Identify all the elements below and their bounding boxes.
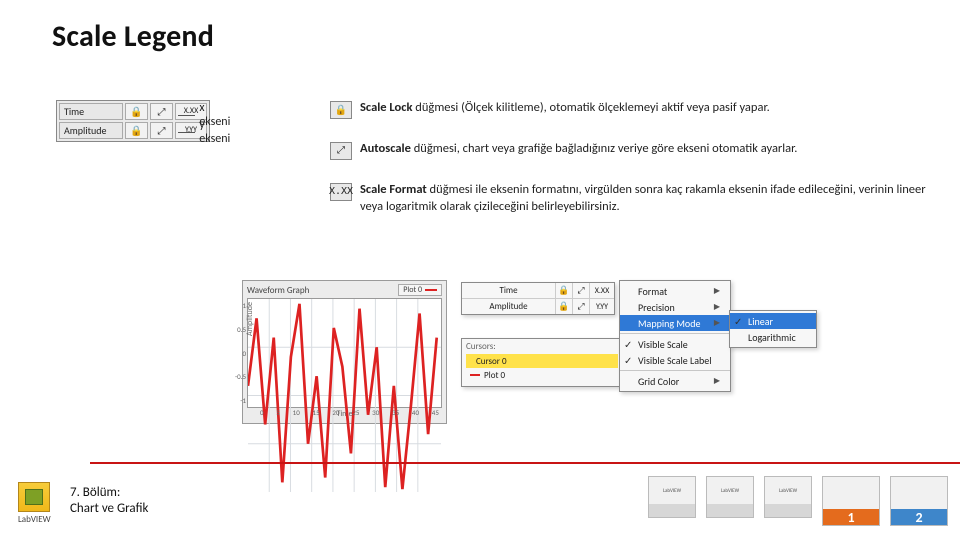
plot-legend[interactable]: Plot 0	[398, 284, 442, 296]
menu-item-visible-scale-label[interactable]: ✓Visible Scale Label	[620, 352, 730, 368]
chapter-line: Chart ve Grafik	[70, 501, 148, 517]
lock-icon[interactable]: 🔒	[556, 299, 573, 314]
axis-name: Amplitude	[462, 299, 556, 314]
course-card-label: LabVIEW	[649, 477, 695, 504]
labview-logo-text: LabVIEW	[18, 514, 51, 525]
slide-title: Scale Legend	[52, 18, 214, 55]
lock-icon: 🔒	[330, 101, 352, 119]
graph-title: Waveform Graph	[247, 285, 309, 296]
course-card-label: LabVIEW	[707, 477, 753, 504]
course-card-footer	[765, 504, 811, 517]
desc-scale-lock: 🔒 Scale Lock düğmesi (Ölçek kilitleme), …	[330, 100, 932, 119]
footer-divider	[90, 462, 960, 464]
axis-name: Time	[462, 283, 556, 298]
course-card: 1	[822, 476, 880, 526]
format-button[interactable]: Y.YY	[590, 299, 614, 314]
lock-icon[interactable]: 🔒	[556, 283, 573, 298]
desc-rest: düğmesi ile eksenin formatını, virgülden…	[360, 182, 926, 214]
check-icon: ✓	[624, 354, 632, 367]
plot-color-swatch	[425, 289, 437, 291]
labview-logo: LabVIEW	[18, 482, 51, 525]
mapping-mode-submenu: ✓Linear Logarithmic	[729, 310, 817, 348]
menu-item-grid-color[interactable]: Grid Color▶	[620, 373, 730, 389]
course-card: LabVIEW	[706, 476, 754, 518]
menu-item-format[interactable]: Format▶	[620, 283, 730, 299]
scale-legend-sample: Time 🔒 ⤢ X.XX Amplitude 🔒 ⤢ Y.YY x eksen…	[56, 100, 210, 142]
plot-area[interactable]: Amplitude 10.50-0.5-1 051015202530354045	[247, 298, 442, 408]
desc-scale-format: X.XX Scale Format düğmesi ile eksenin fo…	[330, 182, 932, 216]
table-row: Amplitude 🔒 ⤢ Y.YY	[462, 299, 614, 314]
cursor-row[interactable]: Cursor 0	[466, 354, 618, 368]
desc-bold: Autoscale	[360, 141, 411, 156]
scale-context-menu: Format▶ Precision▶ Mapping Mode▶ ✓Visibl…	[619, 280, 731, 392]
format-icon: X.XX	[330, 183, 352, 201]
y-ticks: 10.50-0.5-1	[234, 301, 246, 405]
course-card-footer	[649, 504, 695, 517]
scale-legend-panel: Time 🔒 ⤢ X.XX Amplitude 🔒 ⤢ Y.YY	[461, 282, 615, 315]
desc-bold: Scale Format	[360, 182, 427, 197]
cursor-row[interactable]: Plot 0	[466, 368, 618, 382]
waveform-graph: Waveform Graph Plot 0 Amplitude 10.50-0.…	[242, 280, 447, 424]
chevron-right-icon: ▶	[714, 286, 720, 296]
chevron-right-icon: ▶	[714, 302, 720, 312]
desc-rest: düğmesi, chart veya grafiğe bağladığınız…	[411, 141, 798, 156]
descriptions: 🔒 Scale Lock düğmesi (Ölçek kilitleme), …	[330, 100, 932, 238]
axis-pointer-y: y ekseni	[178, 118, 233, 146]
menu-item-mapping-mode[interactable]: Mapping Mode▶	[620, 315, 730, 331]
axis-pointer-label: y ekseni	[199, 118, 233, 146]
autoscale-icon: ⤢	[330, 142, 352, 160]
chevron-right-icon: ▶	[714, 318, 720, 328]
course-card: LabVIEW	[764, 476, 812, 518]
desc-rest: düğmesi (Ölçek kilitleme), otomatik ölçe…	[412, 100, 769, 115]
desc-autoscale: ⤢ Autoscale düğmesi, chart veya grafiğe …	[330, 141, 932, 160]
desc-text: Scale Format düğmesi ile eksenin formatı…	[360, 182, 932, 216]
axis-name: Amplitude	[59, 122, 123, 139]
check-icon: ✓	[734, 315, 742, 328]
course-card-number: 1	[823, 509, 879, 525]
format-button[interactable]: X.XX	[590, 283, 614, 298]
chapter-label: 7. Bölüm: Chart ve Grafik	[70, 485, 148, 516]
autoscale-icon[interactable]: ⤢	[573, 283, 590, 298]
plot-legend-label: Plot 0	[403, 285, 422, 295]
course-cards: LabVIEW LabVIEW LabVIEW 1 2	[648, 476, 948, 526]
cursors-label: Cursors:	[466, 341, 618, 352]
check-icon: ✓	[624, 338, 632, 351]
submenu-item-logarithmic[interactable]: Logarithmic	[730, 329, 816, 345]
course-card-label: LabVIEW	[765, 477, 811, 504]
labview-logo-icon	[18, 482, 50, 512]
autoscale-icon[interactable]: ⤢	[150, 103, 173, 120]
course-card: 2	[890, 476, 948, 526]
table-row: Time 🔒 ⤢ X.XX	[462, 283, 614, 299]
desc-text: Autoscale düğmesi, chart veya grafiğe ba…	[360, 141, 932, 158]
menu-item-visible-scale[interactable]: ✓Visible Scale	[620, 336, 730, 352]
course-card-top	[891, 477, 947, 509]
plot-color-swatch	[470, 374, 480, 376]
example-screenshot: Waveform Graph Plot 0 Amplitude 10.50-0.…	[242, 280, 447, 424]
course-card-number: 2	[891, 509, 947, 525]
autoscale-icon[interactable]: ⤢	[573, 299, 590, 314]
submenu-item-linear[interactable]: ✓Linear	[730, 313, 816, 329]
cursor-name: Cursor 0	[476, 356, 507, 367]
cursors-panel: Cursors: Cursor 0 Plot 0	[461, 338, 623, 387]
desc-text: Scale Lock düğmesi (Ölçek kilitleme), ot…	[360, 100, 932, 117]
menu-item-precision[interactable]: Precision▶	[620, 299, 730, 315]
axis-name: Time	[59, 103, 123, 120]
course-card-footer	[707, 504, 753, 517]
cursor-name: Plot 0	[484, 370, 505, 381]
lock-icon[interactable]: 🔒	[125, 122, 148, 139]
autoscale-icon[interactable]: ⤢	[150, 122, 173, 139]
course-card-top	[823, 477, 879, 509]
lock-icon[interactable]: 🔒	[125, 103, 148, 120]
desc-bold: Scale Lock	[360, 100, 412, 115]
chevron-right-icon: ▶	[714, 376, 720, 386]
course-card: LabVIEW	[648, 476, 696, 518]
chapter-line: 7. Bölüm:	[70, 485, 148, 501]
x-ticks: 051015202530354045	[260, 408, 439, 417]
